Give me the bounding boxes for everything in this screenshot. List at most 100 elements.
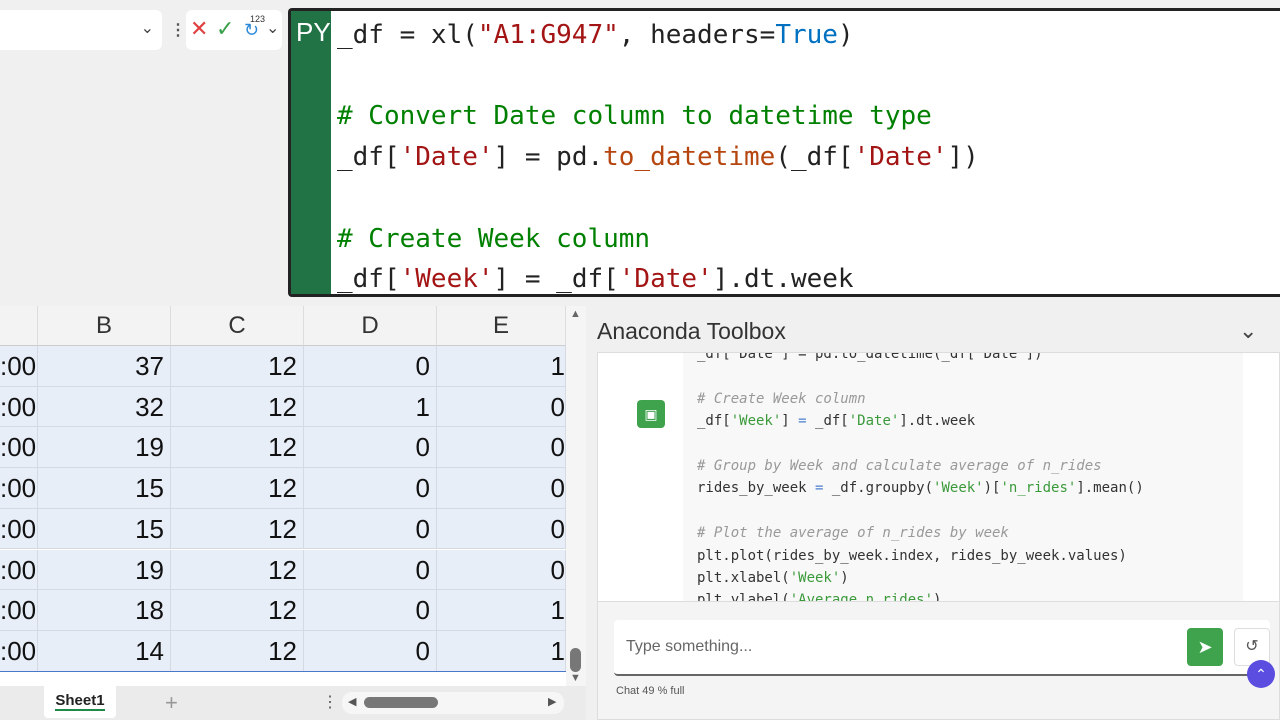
- code-token: 'Week': [730, 413, 782, 430]
- editor-code[interactable]: _df = xl("A1:G947", headers=True) # Conv…: [337, 15, 979, 295]
- column-header-e[interactable]: E: [437, 306, 566, 346]
- code-token: # Group by Week and calculate average of…: [697, 458, 1102, 475]
- more-options-icon[interactable]: ⋮: [322, 692, 338, 712]
- table-row: :00 15 12 0 0: [0, 508, 566, 550]
- code-token: ].mean(): [1076, 480, 1144, 497]
- assistant-avatar-icon: ▣: [637, 400, 665, 428]
- vertical-scrollbar[interactable]: ▲ ▼: [566, 306, 586, 686]
- cell[interactable]: :00: [0, 590, 38, 630]
- chat-input-placeholder: Type something...: [626, 638, 753, 655]
- sheet-tab-sheet1[interactable]: Sheet1: [44, 686, 116, 718]
- code-line: plt.plot(rides_by_week.index, rides_by_w…: [697, 545, 1243, 567]
- confirm-icon[interactable]: ✓: [216, 16, 234, 42]
- cell[interactable]: :00: [0, 468, 38, 508]
- cell[interactable]: 0: [437, 468, 566, 508]
- cell[interactable]: 15: [38, 508, 171, 549]
- horizontal-scrollbar[interactable]: ◀ ▶: [342, 692, 564, 714]
- cell[interactable]: 12: [171, 346, 304, 386]
- cell[interactable]: 1: [437, 590, 566, 630]
- scroll-left-icon[interactable]: ◀: [348, 695, 356, 708]
- cell[interactable]: :00: [0, 549, 38, 590]
- table-row: :00 37 12 0 1: [0, 346, 566, 387]
- more-options-icon[interactable]: ⋮: [170, 20, 186, 40]
- cell[interactable]: 12: [171, 549, 304, 590]
- cell[interactable]: 32: [38, 386, 171, 427]
- cell[interactable]: 15: [38, 468, 171, 508]
- cell[interactable]: 12: [171, 590, 304, 630]
- code-token: ]: [781, 413, 799, 430]
- column-header-c[interactable]: C: [171, 306, 304, 346]
- cell[interactable]: 37: [38, 346, 171, 386]
- column-header-b[interactable]: B: [38, 306, 171, 346]
- chat-capacity-status: Chat 49 % full: [616, 685, 685, 697]
- output-type-label: 123: [250, 14, 266, 24]
- cell[interactable]: 0: [304, 508, 437, 549]
- cell[interactable]: 12: [171, 468, 304, 508]
- cell[interactable]: 0: [304, 346, 437, 386]
- cell[interactable]: 1: [437, 346, 566, 386]
- python-editor[interactable]: PY _df = xl("A1:G947", headers=True) # C…: [288, 8, 1280, 297]
- cell[interactable]: 18: [38, 590, 171, 630]
- cell[interactable]: 0: [437, 549, 566, 590]
- cell[interactable]: 0: [304, 590, 437, 630]
- scroll-thumb[interactable]: [364, 697, 438, 708]
- scroll-to-top-button[interactable]: ⌃: [1247, 660, 1275, 688]
- code-line: _df['Date'] = pd.to_datetime(_df['Date']…: [697, 353, 1243, 365]
- cell[interactable]: 12: [171, 427, 304, 468]
- code-token: 'Date': [853, 142, 948, 173]
- column-header-d[interactable]: D: [304, 306, 437, 346]
- code-token: ].dt.week: [712, 264, 854, 295]
- cell[interactable]: 0: [437, 386, 566, 427]
- cell[interactable]: 0: [304, 427, 437, 468]
- code-token: "A1:G947": [477, 20, 619, 50]
- cell[interactable]: 1: [304, 386, 437, 427]
- code-token: _df[: [337, 264, 400, 295]
- code-token: plt.xlabel(: [697, 570, 790, 587]
- cell[interactable]: 19: [38, 549, 171, 590]
- cell[interactable]: 12: [171, 386, 304, 427]
- cell[interactable]: 0: [304, 468, 437, 508]
- chat-input[interactable]: Type something... ➤ ↺: [614, 620, 1270, 676]
- code-token: 'Week': [933, 480, 984, 497]
- name-box[interactable]: ⌄: [0, 10, 162, 50]
- cell[interactable]: :00: [0, 346, 38, 386]
- code-line: _df['Week'] = _df['Date'].dt.week: [337, 259, 979, 295]
- cell[interactable]: :00: [0, 427, 38, 468]
- scroll-up-icon[interactable]: ▲: [570, 308, 581, 320]
- scroll-thumb[interactable]: [570, 648, 581, 672]
- cell[interactable]: 0: [304, 549, 437, 590]
- code-token: 'Date': [399, 142, 494, 173]
- cell[interactable]: 0: [437, 508, 566, 549]
- spreadsheet-grid[interactable]: B C D E:00 37 12 0 1:00 32 12 1 0:00 19 12 0 0:00 15 12 0 0…: [0, 306, 566, 686]
- code-line: plt.ylabel('Average n_rides'): [697, 589, 1243, 601]
- cell[interactable]: 1: [437, 630, 566, 671]
- table-row: :00 19 12 0 0: [0, 427, 566, 469]
- code-token: (_df[: [775, 142, 854, 173]
- table-row: :00 18 12 0 1: [0, 590, 566, 631]
- cell[interactable]: 0: [437, 427, 566, 468]
- code-token: plt.plot(rides_by_week.index, rides_by_w…: [697, 547, 1127, 564]
- table-row: :00 14 12 0 1: [0, 630, 566, 672]
- scroll-right-icon[interactable]: ▶: [548, 695, 556, 708]
- cell[interactable]: :00: [0, 508, 38, 549]
- chevron-down-icon[interactable]: ⌄: [141, 18, 154, 38]
- scroll-down-icon[interactable]: ▼: [570, 672, 581, 684]
- cancel-icon[interactable]: ✕: [190, 16, 208, 42]
- add-sheet-button[interactable]: +: [165, 690, 178, 716]
- cell[interactable]: 19: [38, 427, 171, 468]
- column-header-a[interactable]: [0, 306, 38, 346]
- code-token: )[: [983, 480, 1001, 497]
- cell[interactable]: 12: [171, 508, 304, 549]
- chat-history[interactable]: ▣ _df['Date'] = pd.to_datetime(_df['Date…: [597, 352, 1280, 602]
- cell[interactable]: :00: [0, 386, 38, 427]
- send-button[interactable]: ➤: [1187, 628, 1223, 666]
- code-token: _df[: [806, 413, 849, 430]
- cell[interactable]: 14: [38, 630, 171, 671]
- chevron-down-icon[interactable]: ⌄: [266, 18, 279, 38]
- cell[interactable]: 0: [304, 630, 437, 671]
- chevron-down-icon[interactable]: ⌄: [1239, 318, 1257, 344]
- code-line: _df = xl("A1:G947", headers=True): [337, 15, 979, 56]
- cell[interactable]: :00: [0, 630, 38, 671]
- cell[interactable]: 12: [171, 630, 304, 671]
